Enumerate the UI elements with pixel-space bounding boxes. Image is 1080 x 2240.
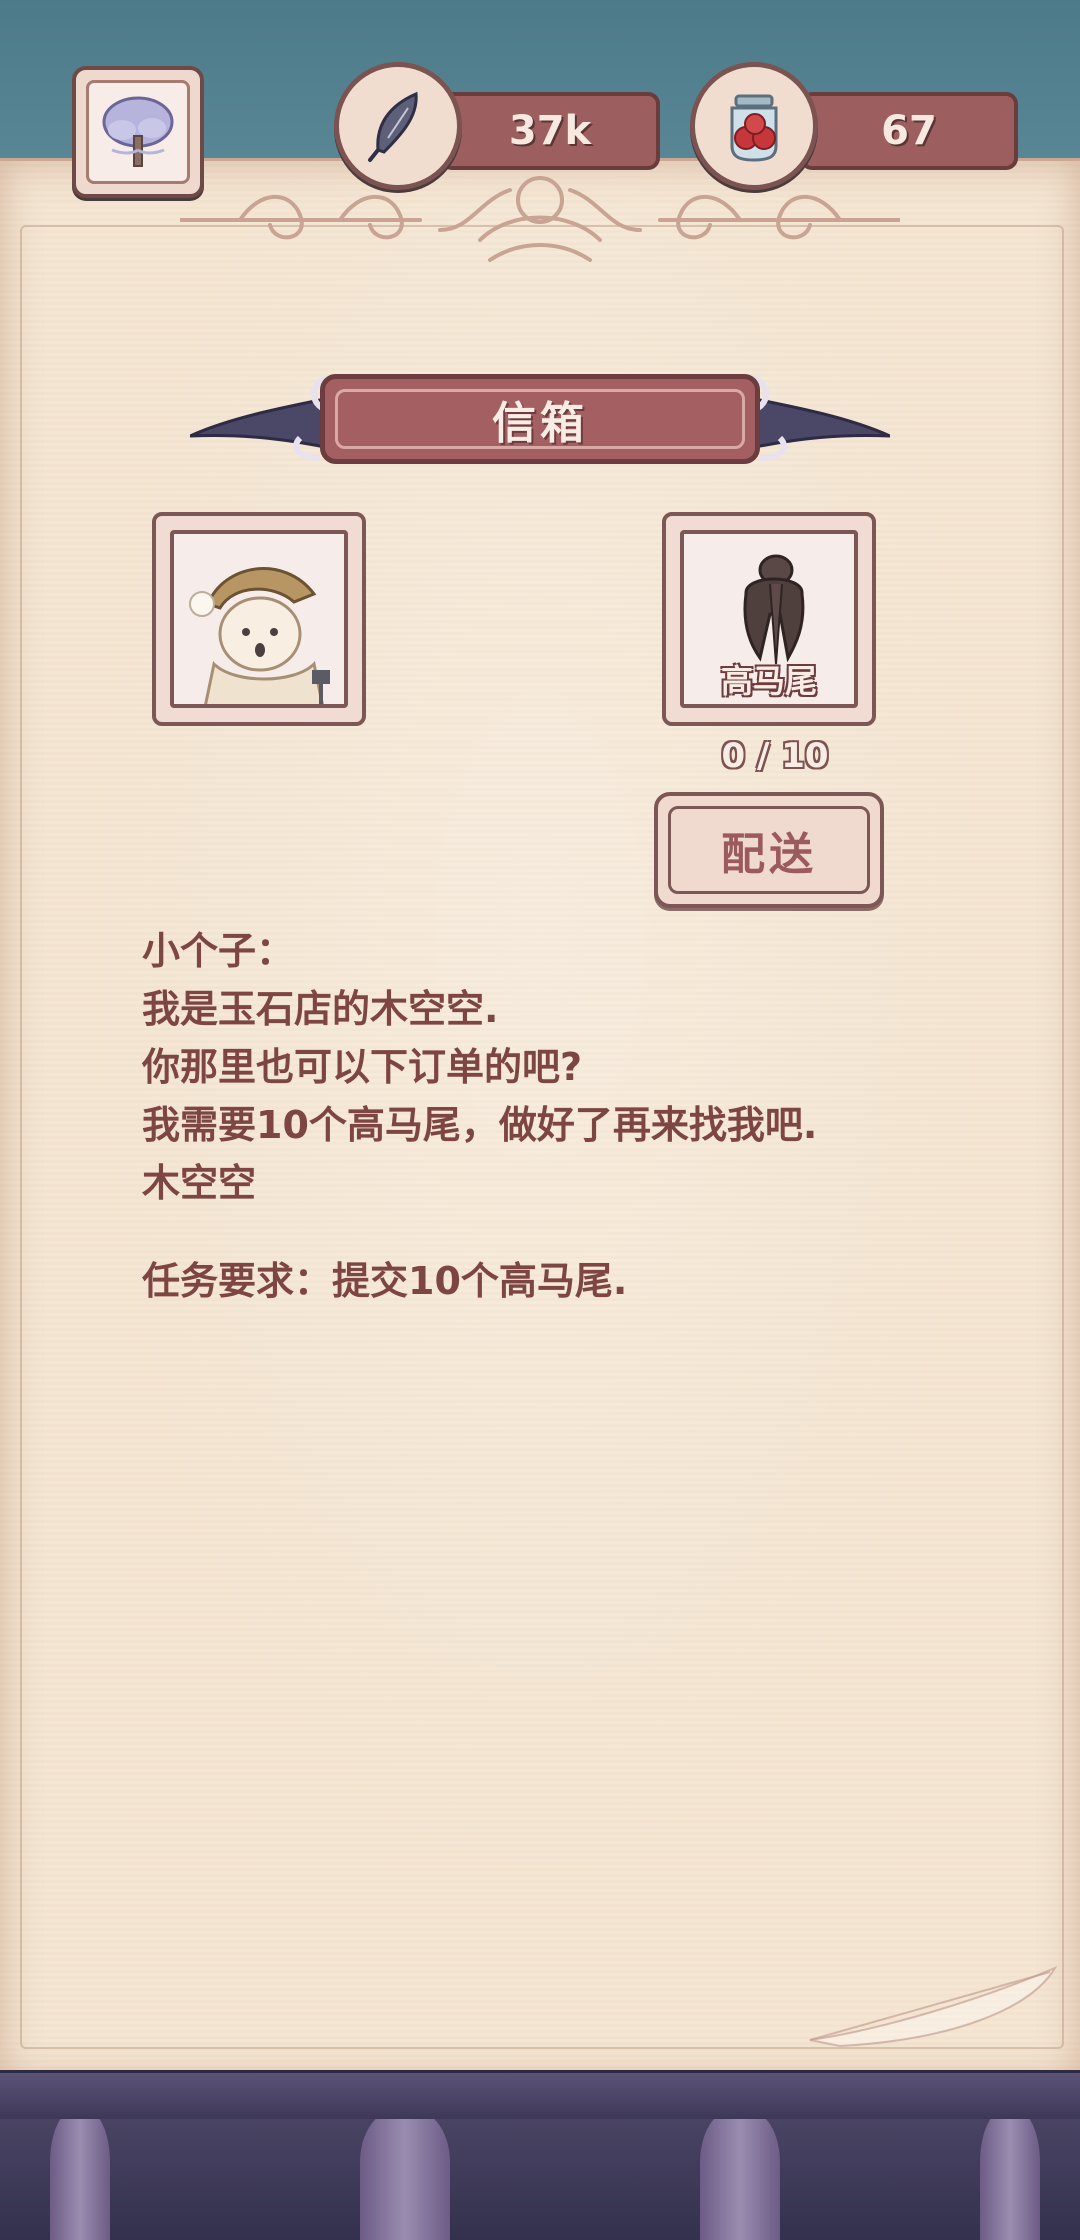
- letter-body: 小个子： 我是玉石店的木空空. 你那里也可以下订单的吧? 我需要10个高马尾，做…: [142, 922, 932, 1310]
- item-name: 高马尾: [720, 662, 817, 700]
- letter-line: 我是玉石店的木空空.: [142, 987, 499, 1031]
- tree-icon: [102, 96, 174, 167]
- mailbox-title: 信箱: [492, 398, 588, 449]
- letter-line: 你那里也可以下订单的吧?: [142, 1045, 583, 1089]
- task-requirement: 任务要求：提交10个高马尾.: [142, 1259, 628, 1303]
- deliver-button[interactable]: 配送: [654, 792, 884, 908]
- deliver-label: 配送: [668, 806, 870, 894]
- letter-signature: 木空空: [142, 1161, 257, 1205]
- berry-jar-icon: [730, 94, 778, 162]
- item-progress: 0 / 10: [721, 736, 829, 776]
- sender-portrait-card: [152, 512, 366, 726]
- feather-decoration-icon: [809, 1965, 1058, 2048]
- player-avatar-button[interactable]: [72, 66, 204, 198]
- sender-portrait: [189, 567, 330, 704]
- letter-greeting: 小个子：: [142, 929, 295, 973]
- mailbox-title-banner: 信箱: [190, 368, 890, 476]
- berry-count-pill: 67: [800, 92, 1018, 170]
- feather-icon: [368, 91, 418, 162]
- berry-jar-button[interactable]: [690, 62, 818, 190]
- feather-resource-button[interactable]: [334, 62, 462, 190]
- ornament-flourish: [180, 176, 900, 262]
- bottom-branch-band: [0, 2070, 1080, 2119]
- feather-count: 37k: [508, 108, 592, 154]
- letter-line: 我需要10个高马尾，做好了再来找我吧.: [142, 1103, 818, 1147]
- feather-count-pill: 37k: [440, 92, 660, 170]
- berry-count: 67: [881, 108, 937, 154]
- requested-item-card[interactable]: 高马尾: [662, 512, 876, 726]
- banner-plate: 信箱: [320, 374, 760, 464]
